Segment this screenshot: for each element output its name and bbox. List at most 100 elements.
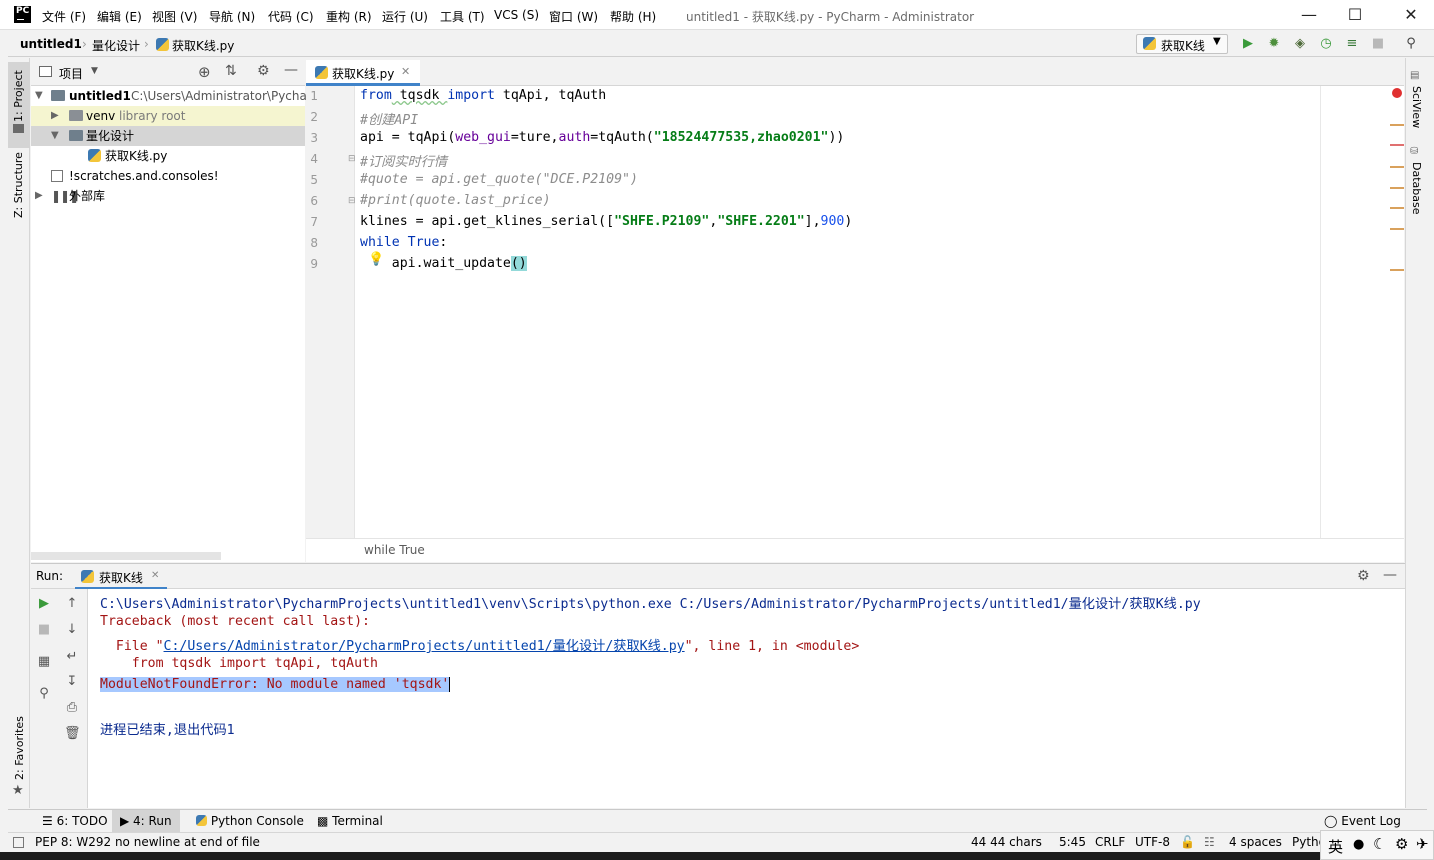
gear-icon[interactable]: ⚙ (257, 63, 270, 79)
search-icon[interactable]: ⚲ (1403, 36, 1419, 52)
warning-mark[interactable] (1390, 228, 1404, 230)
tool-tab-sciview[interactable]: SciView (1410, 86, 1423, 128)
trash-icon[interactable]: 🗑 (64, 726, 81, 742)
project-view-icon (39, 66, 52, 77)
menu-file[interactable]: 文件 (F) (42, 8, 86, 25)
console-file-link[interactable]: C:/Users/Administrator/PycharmProjects/u… (164, 639, 685, 654)
menu-view[interactable]: 视图 (V) (152, 8, 197, 25)
keyword: import (447, 88, 495, 103)
rerun-icon[interactable]: ▶ (36, 596, 52, 612)
lightbulb-icon[interactable]: 💡 (368, 252, 384, 267)
maximize-icon[interactable]: ☐ (1332, 0, 1378, 30)
breadcrumb-folder[interactable]: 量化设计 (92, 37, 140, 54)
status-bar: PEP 8: W292 no newline at end of file 44… (8, 832, 1434, 852)
tool-tab-project[interactable]: 1: Project (12, 70, 25, 122)
chevron-down-icon[interactable]: ▼ (35, 86, 43, 106)
menu-help[interactable]: 帮助 (H) (610, 8, 656, 25)
status-line-separator[interactable]: CRLF (1095, 835, 1125, 849)
close-icon[interactable]: ✕ (1388, 0, 1434, 30)
menu-refactor[interactable]: 重构 (R) (326, 8, 372, 25)
locate-icon[interactable]: ⊕ (198, 63, 211, 81)
stop-icon[interactable]: ■ (1370, 36, 1386, 52)
breadcrumb-project[interactable]: untitled1 (20, 37, 82, 51)
hide-icon[interactable]: — (1383, 567, 1397, 583)
editor-tab[interactable]: 获取K线.py ✕ (306, 60, 420, 86)
coverage-icon[interactable]: ◈ (1292, 36, 1308, 52)
tool-tab-python-console[interactable]: Python Console (188, 810, 312, 833)
profile-icon[interactable]: ◷ (1318, 36, 1334, 52)
error-mark[interactable] (1390, 144, 1404, 146)
tree-node-root[interactable]: ▼ untitled1 C:\Users\Administrator\Pycha… (31, 86, 323, 106)
close-icon[interactable]: ✕ (151, 570, 159, 581)
menu-tools[interactable]: 工具 (T) (440, 8, 485, 25)
error-icon[interactable] (1392, 88, 1402, 98)
menu-edit[interactable]: 编辑 (E) (97, 8, 142, 25)
code-editor[interactable]: from tqsdk import tqApi, tqAuth #创建API a… (355, 86, 1404, 538)
moon-icon[interactable]: ☾ (1373, 835, 1386, 853)
chevron-down-icon[interactable]: ▼ (91, 66, 98, 76)
status-encoding[interactable]: UTF-8 (1135, 835, 1170, 849)
ime-language[interactable]: 英 (1328, 836, 1343, 857)
menu-navigate[interactable]: 导航 (N) (209, 8, 255, 25)
gear-icon[interactable]: ⚙ (1395, 835, 1408, 853)
pin-icon[interactable]: ⚲ (36, 686, 52, 702)
punctuation-icon[interactable]: ● (1353, 837, 1364, 852)
soft-wrap-icon[interactable]: ↵ (64, 649, 80, 665)
chevron-right-icon[interactable]: ▶ (51, 106, 59, 126)
close-icon[interactable]: ✕ (401, 65, 410, 78)
warning-mark[interactable] (1390, 124, 1404, 126)
chevron-right-icon[interactable]: ▶ (35, 186, 43, 206)
project-view-label[interactable]: 项目 (59, 65, 83, 82)
concurrency-icon[interactable]: ≡ (1344, 36, 1360, 52)
tree-node-scratches[interactable]: !scratches.and.consoles! (31, 166, 305, 186)
tool-tab-structure[interactable]: Z: Structure (12, 152, 25, 218)
stop-icon[interactable]: ■ (36, 622, 52, 638)
arrow-down-icon[interactable]: ↓ (64, 622, 80, 638)
gear-icon[interactable]: ⚙ (1357, 568, 1370, 584)
tool-tab-todo[interactable]: ☰ 6: TODO (34, 810, 116, 833)
menu-run[interactable]: 运行 (U) (382, 8, 428, 25)
collapse-all-icon[interactable]: ⇅ (225, 63, 237, 79)
run-icon[interactable]: ▶ (1240, 36, 1256, 52)
run-tab-label[interactable]: 获取K线 (99, 569, 143, 586)
breadcrumb-while[interactable]: while True (364, 543, 425, 557)
toggle-panels-icon[interactable] (13, 837, 24, 848)
run-console-output[interactable]: C:\Users\Administrator\PycharmProjects\u… (88, 589, 1405, 808)
hide-icon[interactable]: — (284, 62, 298, 78)
inspector-icon[interactable]: ☷ (1204, 835, 1215, 849)
tree-node-folder[interactable]: ▼ 量化设计 (31, 126, 305, 146)
status-message: PEP 8: W292 no newline at end of file (35, 835, 260, 849)
tool-tab-run[interactable]: ▶ 4: Run (112, 810, 180, 833)
tool-tab-terminal[interactable]: ▩ Terminal (309, 810, 391, 833)
run-configuration-select[interactable]: 获取K线 ▼ (1136, 34, 1228, 54)
menu-window[interactable]: 窗口 (W) (549, 8, 598, 25)
status-position[interactable]: 5:45 (1059, 835, 1086, 849)
print-icon[interactable]: ⎙ (64, 700, 80, 716)
lock-icon[interactable]: 🔓 (1180, 835, 1195, 849)
tab-label: Python Console (210, 814, 304, 828)
layout-icon[interactable]: ▦ (36, 654, 52, 670)
tree-root-label: untitled1 (69, 89, 131, 103)
arrow-up-icon[interactable]: ↑ (64, 596, 80, 612)
keyboard-icon[interactable]: ✈ (1416, 835, 1429, 853)
scroll-to-end-icon[interactable]: ↧ (64, 674, 80, 690)
tree-node-venv[interactable]: ▶ venv library root (31, 106, 305, 126)
code-line-5: #quote = api.get_quote("DCE.P2109") (360, 172, 638, 187)
breadcrumb-file[interactable]: 获取K线.py (172, 37, 234, 54)
tool-tab-database[interactable]: Database (1410, 162, 1423, 215)
code-token: =ture, (510, 130, 559, 145)
warning-mark[interactable] (1390, 166, 1404, 168)
status-indent[interactable]: 4 spaces (1229, 835, 1282, 849)
tool-tab-favorites[interactable]: 2: Favorites (13, 716, 26, 780)
menu-code[interactable]: 代码 (C) (268, 8, 314, 25)
menu-vcs[interactable]: VCS (S) (494, 8, 539, 22)
warning-mark[interactable] (1390, 207, 1404, 209)
horizontal-scrollbar[interactable] (31, 552, 221, 560)
warning-mark[interactable] (1390, 187, 1404, 189)
tree-node-external[interactable]: ▶ ❚❚❚ 外部库 (31, 186, 305, 206)
minimize-icon[interactable]: — (1286, 0, 1332, 30)
warning-mark[interactable] (1390, 269, 1404, 271)
chevron-down-icon[interactable]: ▼ (51, 126, 59, 146)
tree-node-file[interactable]: 获取K线.py (31, 146, 305, 166)
debug-icon[interactable]: ✹ (1266, 36, 1282, 52)
